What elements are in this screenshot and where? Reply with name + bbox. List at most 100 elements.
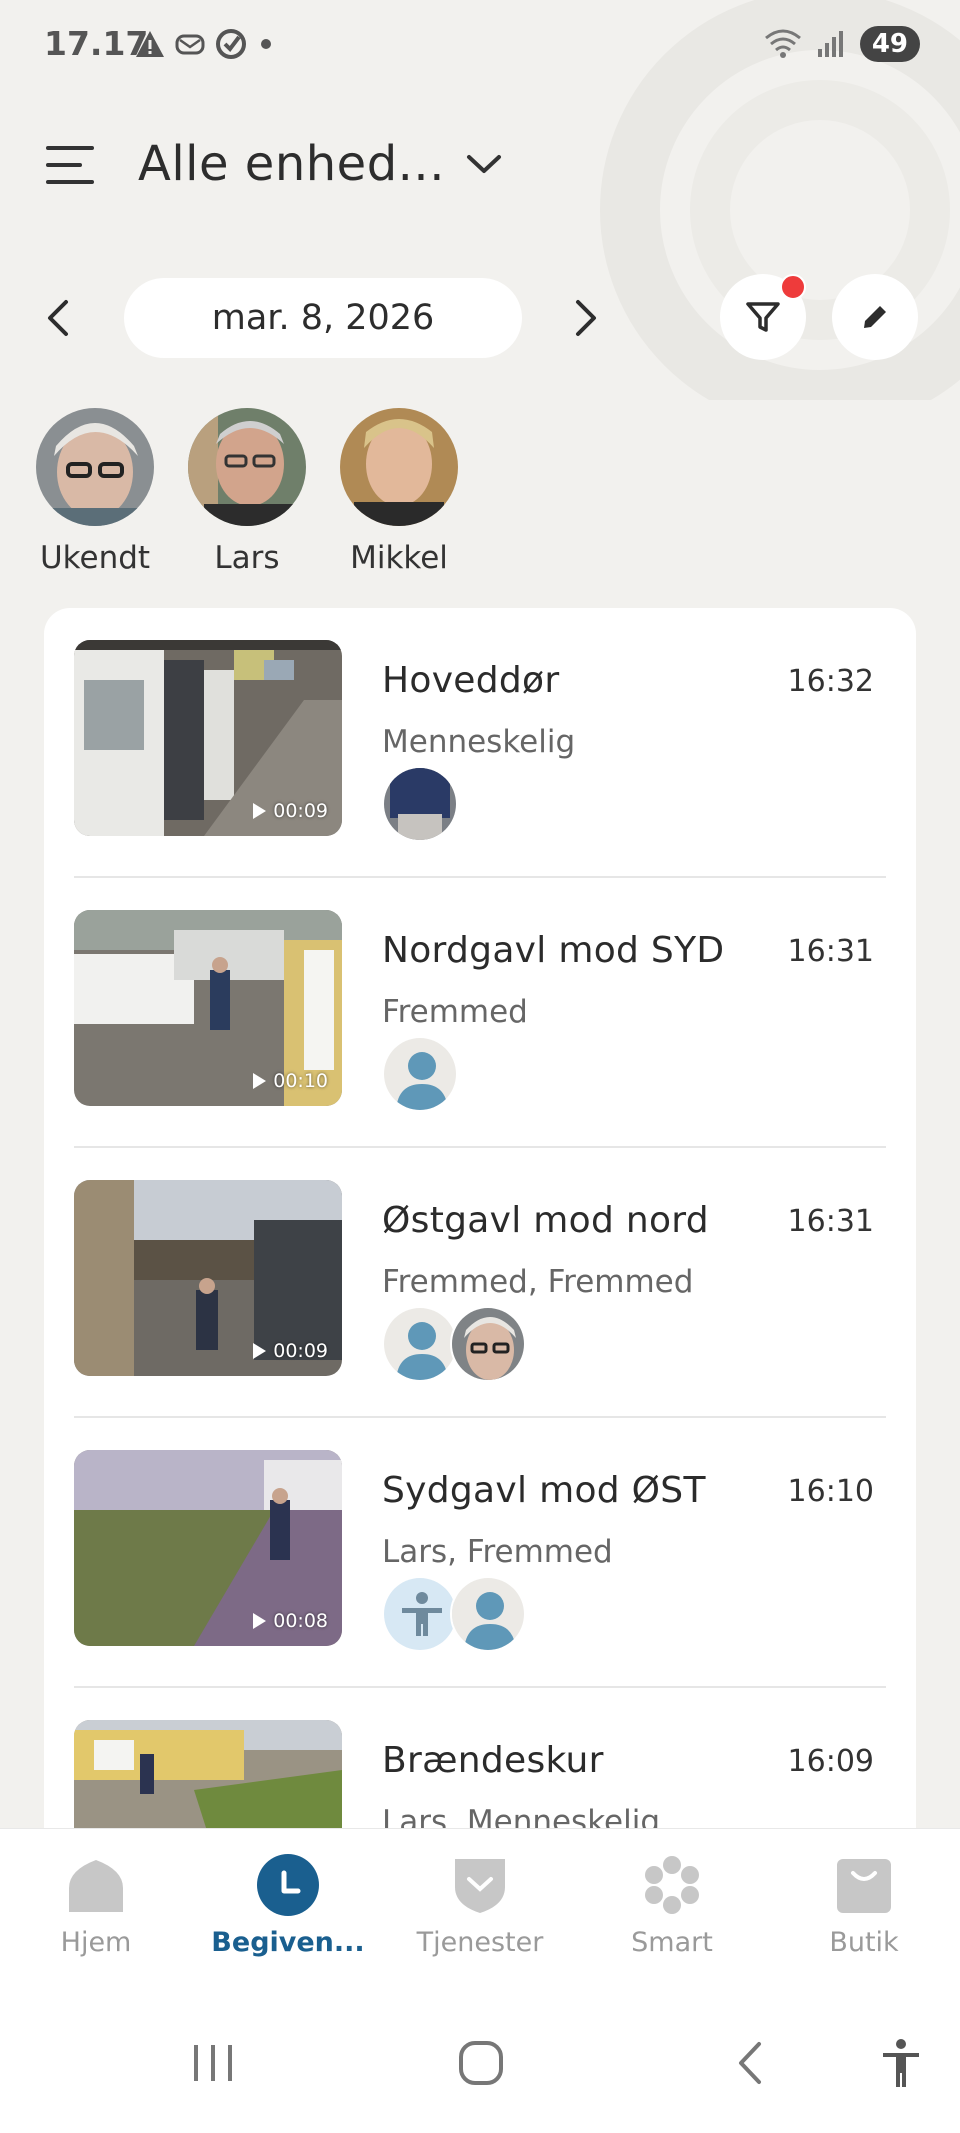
unknown-person-icon — [382, 1306, 458, 1382]
event-thumbnail[interactable]: 00:10 — [74, 910, 342, 1106]
bag-icon — [832, 1853, 896, 1917]
previous-day-button[interactable] — [36, 294, 84, 342]
status-system-icons: 49 — [764, 26, 920, 62]
recent-apps-icon — [194, 2045, 232, 2081]
event-item[interactable]: 00:09 Østgavl mod nord 16:31 Fremmed, Fr… — [74, 1148, 886, 1418]
status-bar: 17.17 49 — [0, 0, 960, 92]
device-selector-label: Alle enhed... — [138, 136, 445, 192]
accessibility-icon — [883, 2039, 919, 2087]
nav-tab-hjem[interactable]: Hjem — [16, 1853, 176, 1958]
nav-tab-smart[interactable]: Smart — [592, 1853, 752, 1958]
event-thumbnail[interactable]: 00:08 — [74, 1450, 342, 1646]
event-detection-type: Lars, Fremmed — [382, 1534, 613, 1570]
menu-icon-line — [46, 180, 94, 184]
event-detection-type: Fremmed, Fremmed — [382, 1264, 694, 1300]
avatar — [36, 408, 154, 526]
filter-icon — [746, 302, 780, 332]
dot-icon — [261, 39, 271, 49]
event-title: Brændeskur — [382, 1740, 604, 1781]
shield-icon — [448, 1853, 512, 1917]
avatar — [382, 766, 458, 842]
face-item-ukendt[interactable]: Ukendt — [36, 408, 154, 576]
event-title: Sydgavl mod ØST — [382, 1470, 706, 1511]
event-title: Nordgavl mod SYD — [382, 930, 725, 971]
event-item[interactable]: 00:08 Sydgavl mod ØST 16:10 Lars, Fremme… — [74, 1418, 886, 1688]
avatar — [340, 408, 458, 526]
event-time: 16:31 — [787, 1204, 874, 1239]
event-item[interactable]: 00:10 Nordgavl mod SYD 16:31 Fremmed — [74, 878, 886, 1148]
status-notification-icons — [134, 27, 276, 61]
play-icon — [253, 1343, 267, 1359]
event-detected-faces — [382, 1576, 526, 1652]
mail-icon — [175, 34, 205, 55]
play-icon — [253, 1073, 267, 1089]
event-thumbnail[interactable]: 00:09 — [74, 1180, 342, 1376]
event-detected-faces — [382, 766, 458, 842]
face-filter-list: Ukendt Lars Mikkel — [36, 408, 458, 576]
nav-label: Smart — [631, 1927, 713, 1958]
nav-label: Begiven... — [211, 1927, 365, 1958]
event-list: 00:09 Hoveddør 16:32 Menneskelig 00:10 N… — [44, 608, 916, 1828]
home-circle-icon — [459, 2041, 503, 2085]
device-selector-dropdown[interactable]: Alle enhed... — [138, 136, 503, 192]
avatar — [450, 1306, 526, 1382]
accessibility-button[interactable] — [866, 2028, 936, 2098]
smart-icon — [640, 1853, 704, 1917]
date-picker-button[interactable]: mar. 8, 2026 — [124, 278, 522, 358]
wifi-icon — [764, 29, 801, 58]
event-thumbnail[interactable] — [74, 1720, 342, 1828]
filter-button[interactable] — [720, 274, 806, 360]
event-detection-type: Fremmed — [382, 994, 528, 1030]
home-icon — [64, 1853, 128, 1917]
play-icon — [253, 1613, 267, 1629]
chevron-down-icon — [466, 155, 501, 173]
clock-icon — [256, 1853, 320, 1917]
home-button[interactable] — [446, 2028, 516, 2098]
video-duration: 00:09 — [251, 800, 328, 822]
event-detected-faces — [382, 1306, 526, 1382]
unknown-person-icon — [382, 1036, 458, 1112]
video-duration: 00:08 — [251, 1610, 328, 1632]
back-button[interactable] — [716, 2028, 786, 2098]
event-thumbnail[interactable]: 00:09 — [74, 640, 342, 836]
recent-apps-button[interactable] — [178, 2028, 248, 2098]
video-duration: 00:09 — [251, 1340, 328, 1362]
event-detected-faces — [382, 1036, 458, 1112]
play-icon — [253, 803, 267, 819]
sync-icon — [216, 29, 246, 59]
duration-text: 00:10 — [273, 1070, 328, 1092]
face-item-lars[interactable]: Lars — [188, 408, 306, 576]
face-item-mikkel[interactable]: Mikkel — [340, 408, 458, 576]
event-detection-type: Menneskelig — [382, 724, 576, 760]
face-label: Ukendt — [39, 540, 151, 576]
nav-tab-tjenester[interactable]: Tjenester — [400, 1853, 560, 1958]
edit-button[interactable] — [832, 274, 918, 360]
bottom-navigation: Hjem Begiven... Tjenester Smart Butik — [0, 1828, 960, 1988]
event-time: 16:09 — [787, 1744, 874, 1779]
nav-tab-butik[interactable]: Butik — [784, 1853, 944, 1958]
menu-button[interactable] — [46, 146, 102, 190]
menu-icon-line — [46, 163, 82, 167]
event-time: 16:32 — [787, 664, 874, 699]
event-item[interactable]: Brændeskur 16:09 Lars, Menneskelig — [74, 1688, 886, 1828]
nav-label: Hjem — [60, 1927, 132, 1958]
warning-icon — [136, 31, 164, 57]
unknown-person-icon — [450, 1576, 526, 1652]
system-navigation-bar — [0, 1988, 960, 2133]
app-header: Alle enhed... — [0, 130, 960, 210]
menu-icon-line — [46, 146, 94, 150]
event-title: Østgavl mod nord — [382, 1200, 709, 1241]
duration-text: 00:08 — [273, 1610, 328, 1632]
duration-text: 00:09 — [273, 800, 328, 822]
nav-label: Tjenester — [416, 1927, 544, 1958]
event-detection-type: Lars, Menneskelig — [382, 1804, 661, 1828]
event-title: Hoveddør — [382, 660, 560, 701]
signal-icon — [817, 31, 843, 57]
face-label: Mikkel — [350, 540, 448, 576]
nav-tab-begivenheder[interactable]: Begiven... — [208, 1853, 368, 1958]
next-day-button[interactable] — [560, 294, 608, 342]
back-icon — [739, 2042, 761, 2084]
filter-active-indicator — [780, 274, 806, 300]
event-item[interactable]: 00:09 Hoveddør 16:32 Menneskelig — [74, 608, 886, 878]
face-label: Lars — [214, 540, 280, 576]
